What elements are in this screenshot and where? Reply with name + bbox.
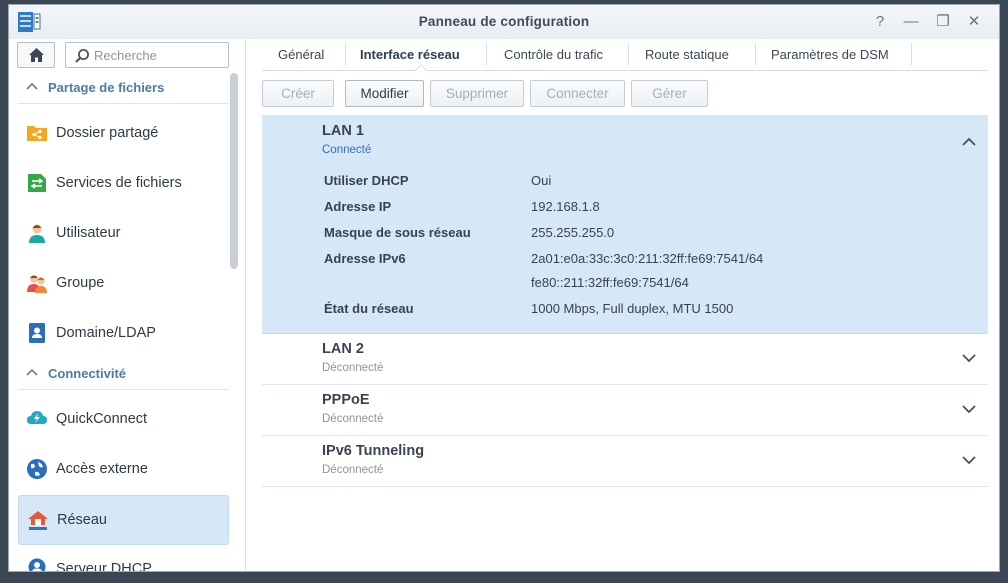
sidebar-item-file-services[interactable]: Services de fichiers [18,159,229,209]
sidebar-item-label: Services de fichiers [56,175,182,191]
sidebar-item-group[interactable]: Groupe [18,259,229,309]
tab-divider [628,43,629,65]
chevron-up-icon [26,368,38,376]
search-box[interactable] [65,42,229,68]
network-icon [28,511,48,530]
tab-network-interface[interactable]: Interface réseau [360,47,460,62]
sidebar-item-user[interactable]: Utilisateur [18,209,229,259]
close-button[interactable]: ✕ [965,13,983,31]
detail-label: État du réseau [324,301,414,316]
interface-status: Déconnecté [322,362,384,374]
sidebar: Partage de fichiers Dossier partagé Serv… [9,39,246,572]
search-icon [75,49,89,63]
sidebar-item-label: Dossier partagé [56,125,159,141]
file-services-icon [28,174,46,192]
group-icon [27,275,47,293]
tab-divider [486,43,487,65]
detail-value: Oui [531,173,552,188]
help-button[interactable]: ? [871,13,889,31]
chevron-up-icon [26,82,38,90]
tab-divider [345,43,346,65]
sidebar-item-network[interactable]: Réseau [18,495,229,545]
sidebar-item-label: Groupe [56,275,105,291]
sidebar-item-domain-ldap[interactable]: Domaine/LDAP [18,309,229,359]
sidebar-item-label: Accès externe [56,461,148,477]
home-button[interactable] [17,42,55,68]
sidebar-item-dhcp-server[interactable]: Serveur DHCP [18,545,229,572]
sidebar-item-label: Réseau [57,512,107,528]
detail-label: Masque de sous réseau [324,225,471,240]
detail-value: 1000 Mbps, Full duplex, MTU 1500 [531,301,734,316]
tab-divider [911,43,912,65]
interface-name: IPv6 Tunneling [322,443,425,459]
sidebar-item-label: Utilisateur [56,225,121,241]
home-icon [29,48,44,62]
interface-name: PPPoE [322,392,370,408]
interface-status: Déconnecté [322,413,384,425]
interface-lan1[interactable]: LAN 1 Connecté Utiliser DHCP Oui Adresse… [262,115,988,334]
main-panel: Général Interface réseau Contrôle du tra… [246,39,999,571]
interface-ipv6-tunneling[interactable]: IPv6 Tunneling Déconnecté [262,436,988,487]
sidebar-item-label: Serveur DHCP [56,561,152,572]
sidebar-item-label: QuickConnect [56,411,148,427]
delete-button[interactable]: Supprimer [430,80,524,107]
tab-divider [755,43,756,65]
manage-button[interactable]: Gérer [631,80,708,107]
tab-bar: Général Interface réseau Contrôle du tra… [262,39,988,71]
tab-traffic-control[interactable]: Contrôle du trafic [504,47,603,62]
section-label: Connectivité [48,366,127,381]
section-file-sharing[interactable]: Partage de fichiers [18,73,229,104]
detail-value: 2a01:e0a:33c:3c0:211:32ff:fe69:7541/64 [531,251,764,266]
interface-name: LAN 1 [322,123,364,139]
external-access-icon [27,459,47,479]
chevron-down-icon[interactable] [962,354,976,363]
modify-button[interactable]: Modifier [345,80,424,107]
domain-ldap-icon [29,323,45,343]
section-label: Partage de fichiers [48,80,165,95]
sidebar-item-quickconnect[interactable]: QuickConnect [18,395,229,445]
chevron-down-icon[interactable] [962,405,976,414]
sidebar-item-external-access[interactable]: Accès externe [18,445,229,495]
tab-static-route[interactable]: Route statique [645,47,729,62]
active-tab-pointer [415,64,427,71]
control-panel-window: Panneau de configuration ? — ❐ ✕ Partage… [8,4,1000,572]
user-icon [29,224,45,243]
create-button[interactable]: Créer [262,80,334,107]
interface-pppoe[interactable]: PPPoE Déconnecté [262,385,988,436]
window-title: Panneau de configuration [418,14,590,29]
sidebar-scrollbar[interactable] [230,73,238,269]
title-bar: Panneau de configuration ? — ❐ ✕ [9,5,999,39]
sidebar-item-label: Domaine/LDAP [56,325,156,341]
interface-name: LAN 2 [322,341,364,357]
tab-general[interactable]: Général [278,47,324,62]
detail-label: Adresse IPv6 [324,251,406,266]
detail-label: Utiliser DHCP [324,173,409,188]
detail-value: fe80::211:32ff:fe69:7541/64 [531,275,689,290]
chevron-down-icon[interactable] [962,456,976,465]
detail-value: 192.168.1.8 [531,199,600,214]
interface-status: Déconnecté [322,464,384,476]
section-connectivity[interactable]: Connectivité [18,359,229,390]
quickconnect-icon [27,411,47,424]
minimize-button[interactable]: — [902,13,920,31]
tab-dsm-settings[interactable]: Paramètres de DSM [771,47,889,62]
interface-status: Connecté [322,144,372,156]
dhcp-server-icon [28,558,46,571]
connect-button[interactable]: Connecter [530,80,625,107]
shared-folder-icon [27,126,47,141]
interface-lan2[interactable]: LAN 2 Déconnecté [262,334,988,385]
detail-label: Adresse IP [324,199,392,214]
chevron-up-icon[interactable] [962,137,976,146]
maximize-button[interactable]: ❐ [934,13,952,31]
search-input[interactable] [94,46,224,64]
sidebar-item-shared-folder[interactable]: Dossier partagé [18,109,229,159]
detail-value: 255.255.255.0 [531,225,615,240]
